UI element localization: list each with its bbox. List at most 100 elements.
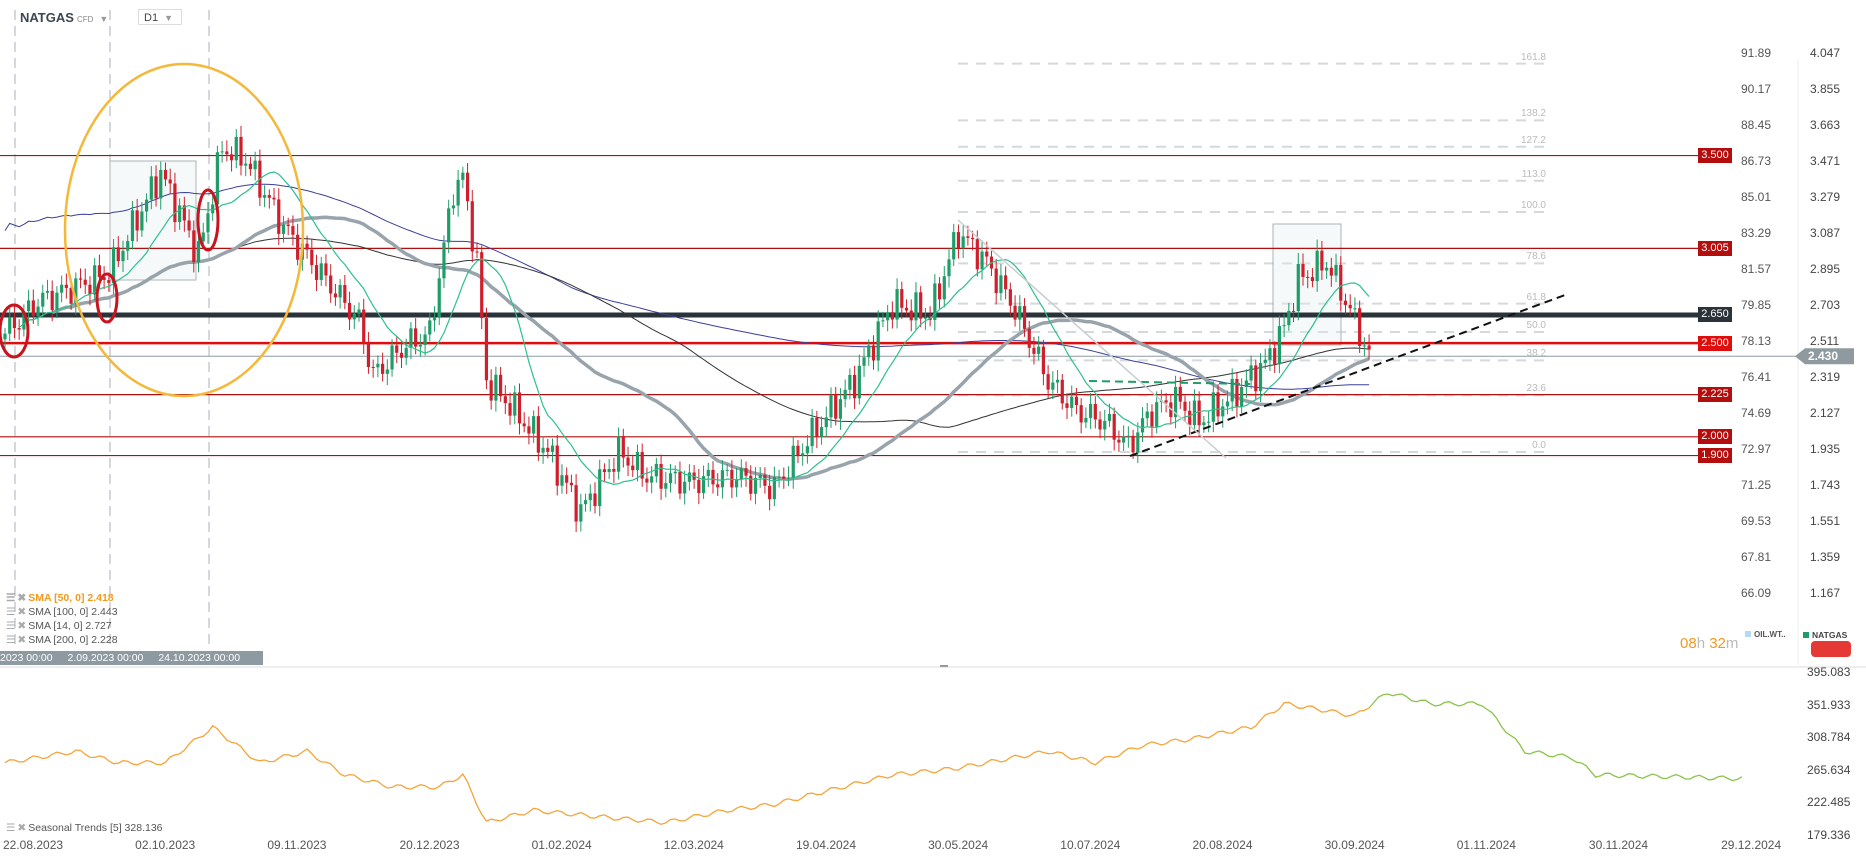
candle-body xyxy=(376,363,380,368)
timeframe-dropdown[interactable]: D1 ▼ xyxy=(138,9,182,25)
seasonal-legend: ☰ ✖ Seasonal Trends [5] 328.136 xyxy=(6,822,163,834)
candle-body xyxy=(541,447,545,453)
fibonacci-level-label: 161.8 xyxy=(1520,51,1546,63)
close-icon[interactable]: ✖ xyxy=(17,634,26,646)
candle-body xyxy=(914,292,918,321)
settings-icon[interactable]: ☰ xyxy=(6,620,15,632)
candle-body xyxy=(975,239,979,270)
candle-body xyxy=(621,436,625,458)
candle-body xyxy=(876,321,880,361)
price-level-label[interactable]: 1.900 xyxy=(1698,448,1732,464)
candle-body xyxy=(508,403,512,416)
candle-body xyxy=(121,250,125,262)
indicator-legend-item[interactable]: ☰ ✖ SMA [50, 0] 2.418 xyxy=(6,592,114,604)
candle-body xyxy=(432,317,437,321)
settings-icon[interactable]: ☰ xyxy=(6,606,15,618)
candle-body xyxy=(1178,386,1182,402)
candle-body xyxy=(352,313,356,320)
candle-body xyxy=(1055,379,1060,383)
price-level-label[interactable]: 2.500 xyxy=(1698,335,1732,351)
price-level-label[interactable]: 3.005 xyxy=(1698,240,1732,256)
candle-body xyxy=(107,280,111,283)
settings-icon[interactable]: ☰ xyxy=(6,634,15,646)
candle-body xyxy=(796,445,800,456)
legend-natgas[interactable]: NATGAS xyxy=(1803,630,1847,640)
candle-body xyxy=(1065,403,1069,408)
candle-body xyxy=(1126,435,1130,437)
candle-body xyxy=(484,318,489,381)
indicator-legend-item[interactable]: ☰ ✖ SMA [200, 0] 2.228 xyxy=(6,634,118,646)
close-icon[interactable]: ✖ xyxy=(17,822,26,834)
seasonal-axis-tick: 351.933 xyxy=(1807,697,1851,712)
candle-body xyxy=(418,344,422,347)
candle-body xyxy=(867,345,871,358)
candle-body xyxy=(314,265,319,280)
candle-body xyxy=(1353,308,1357,310)
candle-body xyxy=(31,300,35,317)
fibonacci-level-label: 61.8 xyxy=(1526,291,1546,303)
candle-body xyxy=(560,475,564,486)
candle-body xyxy=(569,482,573,486)
candle-body xyxy=(55,292,59,311)
candle-body xyxy=(598,469,602,507)
left-axis-tick: 83.29 xyxy=(1741,226,1772,240)
x-axis-tick: 12.03.2024 xyxy=(663,838,724,852)
crosshair-date-strip: 2023 00:00 2.09.2023 00:00 24.10.2023 00… xyxy=(0,651,263,665)
candle-body xyxy=(956,232,961,249)
fibonacci-level-label: 38.2 xyxy=(1526,348,1546,360)
candle-body xyxy=(753,478,758,494)
candle-body xyxy=(499,374,503,397)
candle-body xyxy=(522,423,526,427)
candle-body xyxy=(631,465,635,471)
indicator-label: SMA [100, 0] 2.443 xyxy=(28,606,118,618)
close-icon[interactable]: ✖ xyxy=(17,606,26,618)
candle-body xyxy=(1131,435,1135,453)
candle-body xyxy=(895,289,899,320)
candle-body xyxy=(192,230,196,263)
candle-body xyxy=(1334,264,1338,276)
candle-body xyxy=(385,369,389,374)
indicator-legend-item[interactable]: ☰ ✖ SMA [100, 0] 2.443 xyxy=(6,606,118,618)
left-axis-tick: 78.13 xyxy=(1741,334,1772,348)
candle-body xyxy=(565,475,569,483)
candle-body xyxy=(1084,417,1088,423)
candle-body xyxy=(437,278,441,318)
legend-oil[interactable]: OIL.WT.. xyxy=(1745,630,1786,639)
close-icon[interactable]: ✖ xyxy=(17,620,26,632)
candle-body xyxy=(196,241,201,263)
candle-body xyxy=(900,289,904,308)
candle-body xyxy=(1277,326,1281,365)
price-level-label[interactable]: 3.500 xyxy=(1698,148,1732,164)
symbol-name: NATGAS xyxy=(20,10,74,25)
chart-canvas[interactable] xyxy=(0,0,1866,865)
candle-body xyxy=(801,453,805,456)
candle-body xyxy=(319,263,323,280)
candle-body xyxy=(503,396,507,404)
price-level-label[interactable]: 2.000 xyxy=(1698,429,1732,445)
right-axis-tick: 1.359 xyxy=(1810,550,1841,564)
symbol-selector[interactable]: NATGAS CFD ▼ xyxy=(20,10,108,25)
candle-body xyxy=(1273,348,1277,365)
candle-body xyxy=(810,417,814,447)
candle-body xyxy=(423,334,427,345)
left-axis-tick: 85.01 xyxy=(1741,190,1772,204)
price-level-label[interactable]: 2.650 xyxy=(1698,307,1732,323)
candle-body xyxy=(1022,306,1027,329)
candle-body xyxy=(215,152,219,205)
indicator-legend-item[interactable]: ☰ ✖ SMA [14, 0] 2.727 xyxy=(6,620,112,632)
settings-icon[interactable]: ☰ xyxy=(6,592,15,604)
candle-body xyxy=(904,307,909,311)
candle-body xyxy=(267,195,271,198)
left-axis-tick: 66.09 xyxy=(1741,586,1772,600)
candle-body xyxy=(45,290,50,293)
price-level-label[interactable]: 2.225 xyxy=(1698,387,1732,403)
left-axis-tick: 69.53 xyxy=(1741,514,1772,528)
candle-body xyxy=(871,345,876,361)
candle-body xyxy=(645,478,649,483)
close-icon[interactable]: ✖ xyxy=(17,592,26,604)
candle-body xyxy=(1150,411,1154,427)
candle-body xyxy=(229,154,234,161)
crosshair-date: 24.10.2023 00:00 xyxy=(158,652,241,664)
right-axis-tick: 3.855 xyxy=(1810,82,1841,96)
candle-body xyxy=(149,176,153,200)
